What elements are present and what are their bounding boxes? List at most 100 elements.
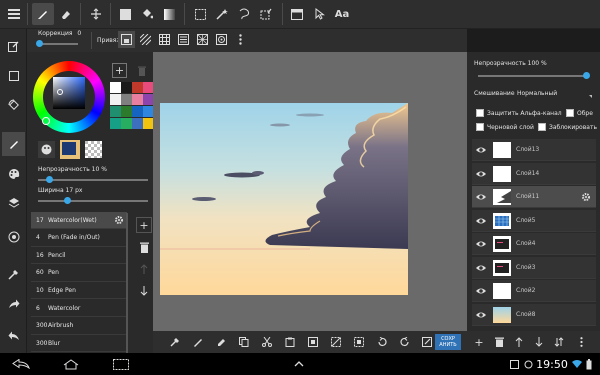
- layer-row[interactable]: Слой14: [472, 162, 596, 185]
- visibility-eye-icon[interactable]: [475, 285, 487, 297]
- layer-row[interactable]: Слой2: [472, 280, 596, 302]
- layer-row[interactable]: Слой4: [472, 233, 596, 255]
- lock-layer-checkbox[interactable]: [538, 123, 546, 131]
- brush-width-knob[interactable]: [64, 197, 71, 204]
- paste-icon[interactable]: [282, 334, 298, 350]
- delete-color-icon[interactable]: [136, 64, 148, 77]
- lasso-tool-icon[interactable]: [233, 3, 255, 25]
- transform-icon[interactable]: [305, 334, 321, 350]
- nav-back-icon[interactable]: [10, 356, 32, 372]
- brush-row[interactable]: 300 Airbrush: [31, 318, 127, 335]
- canvas-icon[interactable]: [2, 64, 25, 88]
- layer-settings-icon[interactable]: [580, 191, 592, 203]
- layer-row[interactable]: Слой11: [472, 186, 596, 208]
- menu-icon[interactable]: [3, 3, 25, 25]
- layer-row[interactable]: Слой8: [472, 303, 596, 326]
- frame-divider-tool-icon[interactable]: [286, 3, 308, 25]
- pen-quick-icon[interactable]: [190, 334, 206, 350]
- brush-row[interactable]: 16 Pencil: [31, 247, 127, 265]
- visibility-eye-icon[interactable]: [475, 309, 487, 321]
- layer-row[interactable]: Слой5: [472, 209, 596, 232]
- magic-wand-tool-icon[interactable]: [211, 3, 233, 25]
- canvas-artwork[interactable]: [160, 103, 408, 295]
- cursor-tool-icon[interactable]: [309, 3, 331, 25]
- layer-row[interactable]: Слой13: [472, 139, 596, 161]
- brush-opacity-knob[interactable]: [46, 176, 53, 183]
- brush-row[interactable]: 300 Blur: [31, 335, 127, 353]
- copy-icon[interactable]: [236, 334, 252, 350]
- color-mode-palette-icon[interactable]: [38, 141, 55, 158]
- layer-row[interactable]: Слой3: [472, 256, 596, 279]
- move-brush-down-icon[interactable]: [136, 283, 152, 299]
- move-layer-down-icon[interactable]: [531, 334, 547, 350]
- brush-row[interactable]: 10 Edge Pen: [31, 282, 127, 300]
- back-icon[interactable]: [2, 324, 25, 348]
- snap-parallel-icon[interactable]: [137, 31, 154, 48]
- nav-home-icon[interactable]: [60, 356, 82, 372]
- add-brush-button[interactable]: +: [136, 217, 152, 233]
- edit-icon[interactable]: [2, 34, 25, 58]
- correction-slider[interactable]: [38, 43, 78, 45]
- eyedropper-quick-icon[interactable]: [167, 334, 183, 350]
- brush-opacity-slider[interactable]: [38, 179, 148, 181]
- visibility-eye-icon[interactable]: [475, 215, 487, 227]
- add-layer-button[interactable]: +: [471, 334, 487, 350]
- nav-keyboard-hide-icon[interactable]: [290, 356, 308, 372]
- blend-mode-select[interactable]: Нормальный: [517, 90, 557, 97]
- material-icon[interactable]: [2, 225, 25, 249]
- fill-rect-tool-icon[interactable]: [114, 3, 136, 25]
- snap-grid-icon[interactable]: [156, 31, 173, 48]
- gradient-tool-icon[interactable]: [158, 3, 180, 25]
- cut-icon[interactable]: [259, 334, 275, 350]
- color-picker-cursor[interactable]: [57, 89, 63, 95]
- layer-opacity-slider[interactable]: [478, 75, 588, 77]
- clip-checkbox[interactable]: [566, 109, 574, 117]
- layers-panel-icon[interactable]: [2, 191, 25, 215]
- correction-slider-knob[interactable]: [36, 40, 43, 47]
- hue-picker-cursor[interactable]: [42, 117, 50, 125]
- brush-row[interactable]: 60 Pen: [31, 265, 127, 282]
- visibility-eye-icon[interactable]: [475, 238, 487, 250]
- blend-dropdown-arrow-icon[interactable]: [589, 95, 592, 98]
- brush-panel-icon[interactable]: [2, 132, 25, 156]
- move-brush-up-icon[interactable]: [136, 261, 152, 277]
- bucket-tool-icon[interactable]: [136, 3, 158, 25]
- color-panel-icon[interactable]: [2, 162, 25, 186]
- eraser-tool-icon[interactable]: [54, 3, 76, 25]
- brush-row[interactable]: 4 Pen (Fade in/Out): [31, 230, 127, 247]
- current-color-swatch[interactable]: [62, 142, 76, 155]
- snap-lines-icon[interactable]: [175, 31, 192, 48]
- more-options-icon[interactable]: [232, 31, 249, 48]
- invert-selection-icon[interactable]: [351, 334, 367, 350]
- snap-radial-icon[interactable]: [194, 31, 211, 48]
- brush-settings-icon[interactable]: [113, 214, 125, 226]
- snap-circle-icon[interactable]: [213, 31, 230, 48]
- visibility-eye-icon[interactable]: [475, 191, 487, 203]
- delete-brush-icon[interactable]: [136, 239, 152, 255]
- draft-layer-checkbox[interactable]: [476, 123, 484, 131]
- move-tool-icon[interactable]: [85, 3, 107, 25]
- eraser-quick-icon[interactable]: [213, 334, 229, 350]
- rotate-canvas-icon[interactable]: [2, 93, 25, 117]
- brush-width-slider[interactable]: [38, 200, 148, 202]
- eyedropper-icon[interactable]: [2, 262, 25, 286]
- brush-row[interactable]: 6 Watercolor: [31, 300, 127, 317]
- delete-layer-icon[interactable]: [491, 334, 507, 350]
- select-pen-tool-icon[interactable]: [255, 3, 277, 25]
- text-tool-icon[interactable]: Aa: [331, 3, 353, 25]
- save-button[interactable]: СОХР АНИТЬ: [435, 334, 461, 350]
- visibility-eye-icon[interactable]: [475, 168, 487, 180]
- layer-more-options-icon[interactable]: [573, 334, 589, 350]
- visibility-eye-icon[interactable]: [475, 262, 487, 274]
- add-color-button[interactable]: +: [112, 63, 127, 78]
- nav-recents-icon[interactable]: [110, 356, 132, 372]
- transparent-color-swatch[interactable]: [85, 141, 102, 158]
- redo-icon[interactable]: [397, 334, 413, 350]
- protect-alpha-checkbox[interactable]: [476, 109, 484, 117]
- move-layer-up-icon[interactable]: [511, 334, 527, 350]
- undo-icon[interactable]: [374, 334, 390, 350]
- brush-list-scrollbar[interactable]: [126, 213, 128, 353]
- snap-off-icon[interactable]: [118, 31, 135, 48]
- share-icon[interactable]: [2, 292, 25, 316]
- pen-tool-icon[interactable]: [32, 3, 54, 25]
